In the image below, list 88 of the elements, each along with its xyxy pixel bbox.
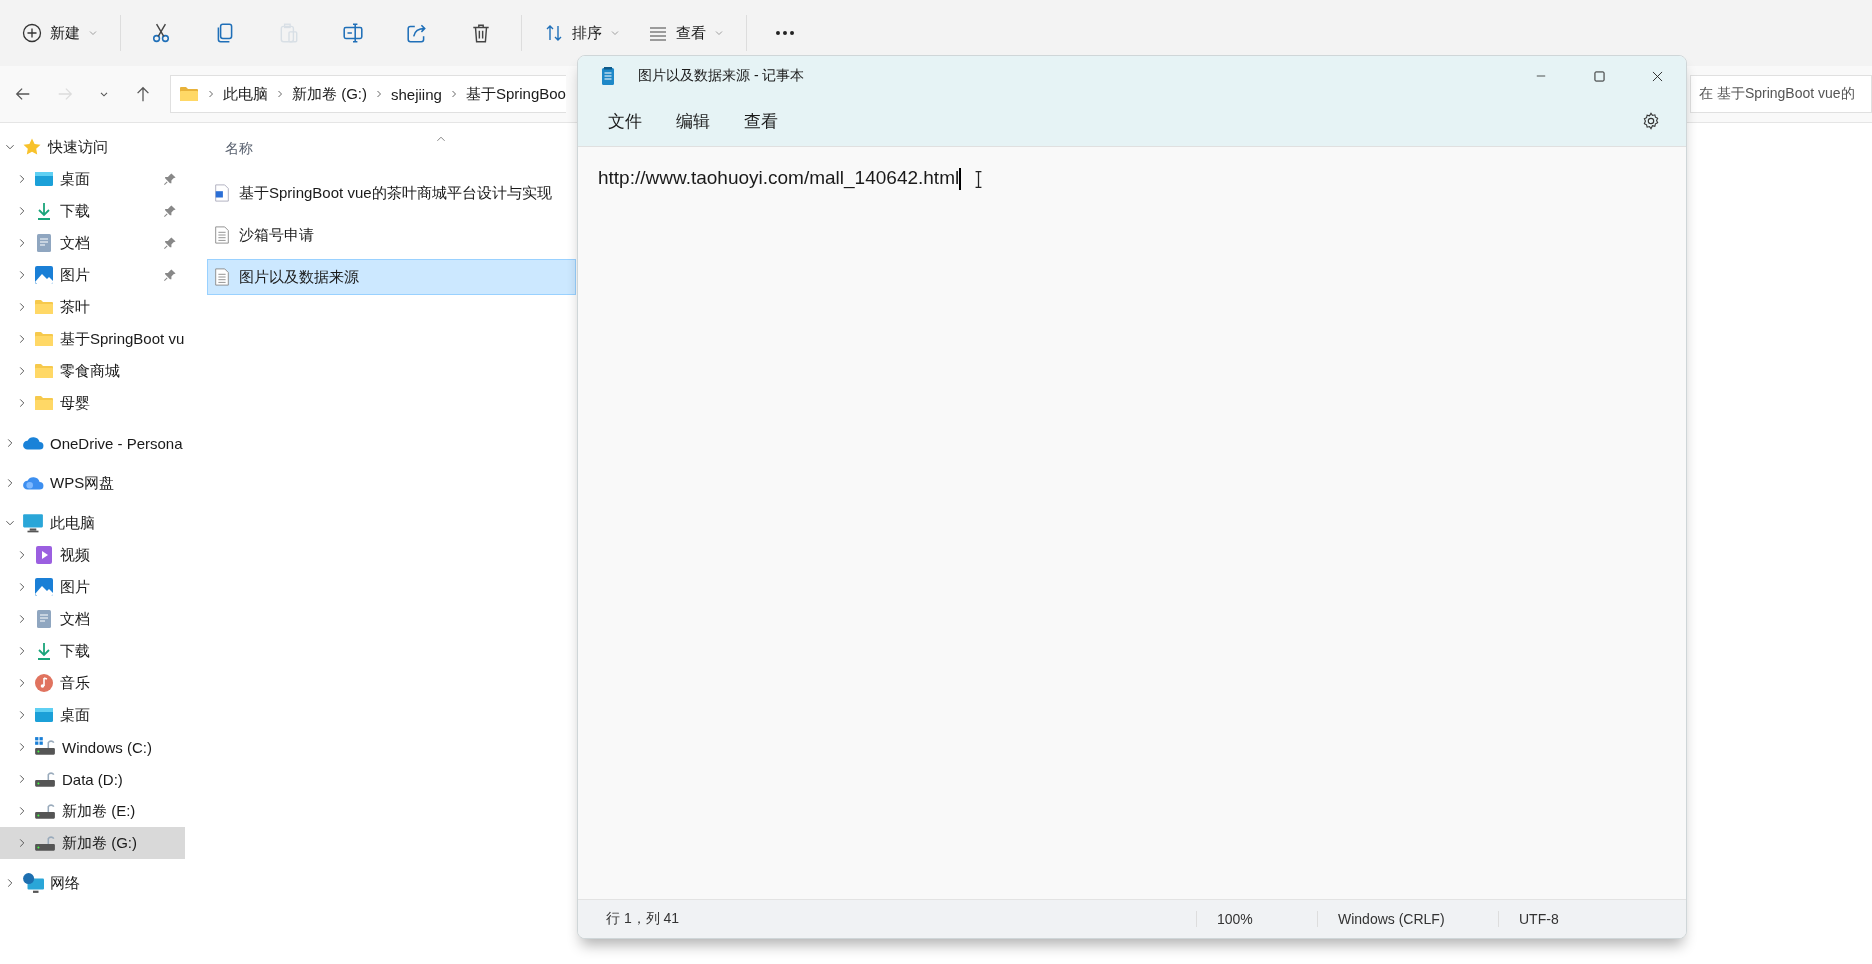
sidebar-item[interactable]: 快速访问 (0, 131, 185, 163)
desktop-icon (34, 169, 54, 189)
word-file-icon (213, 184, 231, 202)
sidebar-item[interactable]: OneDrive - Persona (0, 427, 185, 459)
sidebar-item[interactable]: 音乐 (0, 667, 185, 699)
menu-item[interactable]: 查看 (730, 103, 792, 139)
menu-item[interactable]: 编辑 (662, 103, 724, 139)
monitor-icon (22, 512, 44, 534)
breadcrumb[interactable]: 此电脑 (223, 84, 268, 104)
chevron-right-icon (275, 89, 285, 99)
file-item[interactable]: 基于SpringBoot vue的茶叶商城平台设计与实现 (207, 175, 576, 211)
star-icon (22, 137, 42, 157)
sidebar-item[interactable]: Data (D:) (0, 763, 185, 795)
sidebar-item[interactable]: WPS网盘 (0, 467, 185, 499)
video-icon (34, 545, 54, 565)
folder-icon (34, 297, 54, 317)
status-text: 行 1，列 41 (605, 910, 681, 928)
folder-icon (179, 84, 199, 104)
document-icon (34, 233, 54, 253)
forward-arrow-icon (56, 85, 74, 103)
text-caret (959, 168, 961, 190)
text-file-icon (213, 226, 231, 244)
share-icon (406, 22, 428, 44)
sort-button[interactable]: 排序 (532, 13, 632, 53)
chevron-right-icon (374, 89, 384, 99)
pictures-icon (34, 577, 54, 597)
up-arrow-icon (134, 85, 152, 103)
text-cursor-icon (974, 171, 982, 188)
menu-item[interactable]: 文件 (594, 103, 656, 139)
sidebar-item[interactable]: 文档 (0, 603, 185, 635)
sidebar-item[interactable]: 茶叶 (0, 291, 185, 323)
sidebar-item[interactable]: Windows (C:) (0, 731, 185, 763)
sidebar-item[interactable]: 下载 (0, 635, 185, 667)
text-area[interactable]: http://www.taohuoyi.com/mall_140642.html (578, 147, 1686, 899)
sidebar-item[interactable]: 新加卷 (G:) (0, 827, 185, 859)
chevron-down-icon (88, 28, 98, 38)
settings-icon (1642, 112, 1660, 130)
sort-icon (544, 23, 564, 43)
close-icon (1650, 69, 1664, 83)
text-file-icon (213, 268, 231, 286)
rename-icon (342, 22, 364, 44)
sidebar-item[interactable]: 文档 (0, 227, 185, 259)
pictures-icon (34, 265, 54, 285)
address-bar[interactable]: 此电脑 新加卷 (G:) shejiing 基于SpringBoo (170, 75, 566, 113)
sidebar-item[interactable]: 下载 (0, 195, 185, 227)
window-title: 图片以及数据来源 - 记事本 (638, 67, 806, 85)
sidebar-item[interactable]: 基于SpringBoot vu (0, 323, 185, 355)
paste-icon (278, 22, 300, 44)
breadcrumb[interactable]: 基于SpringBoo (465, 84, 566, 104)
sidebar-item[interactable]: 零食商城 (0, 355, 185, 387)
sidebar-item[interactable]: 网络 (0, 867, 185, 899)
sidebar-item[interactable]: 新加卷 (E:) (0, 795, 185, 827)
status-text: UTF-8 (1498, 911, 1579, 927)
file-item[interactable]: 图片以及数据来源 (207, 259, 576, 295)
chevron-down-icon (714, 28, 724, 38)
folder-icon (34, 393, 54, 413)
search-field[interactable]: 在 基于SpringBoot vue的 (1690, 75, 1872, 113)
cut-icon (150, 22, 172, 44)
back-arrow-icon (14, 85, 32, 103)
desktop-icon (34, 705, 54, 725)
document-icon (34, 609, 54, 629)
sidebar-item[interactable]: 图片 (0, 571, 185, 603)
sidebar-item[interactable]: 桌面 (0, 163, 185, 195)
sidebar-item[interactable]: 桌面 (0, 699, 185, 731)
maximize-icon (1592, 69, 1606, 83)
column-header[interactable]: 名称 (225, 140, 253, 158)
more-icon (776, 31, 794, 35)
trash-icon (470, 22, 492, 44)
chevron-right-icon (206, 89, 216, 99)
sidebar-item[interactable]: 图片 (0, 259, 185, 291)
network-icon (22, 872, 44, 894)
drive-icon (34, 736, 56, 758)
breadcrumb[interactable]: shejiing (391, 85, 442, 103)
folder-icon (34, 361, 54, 381)
music-icon (34, 673, 54, 693)
view-button[interactable]: 查看 (636, 13, 736, 53)
file-item[interactable]: 沙箱号申请 (207, 217, 576, 253)
document-text: http://www.taohuoyi.com/mall_140642.html (598, 167, 960, 189)
sidebar-item[interactable]: 视频 (0, 539, 185, 571)
new-button[interactable]: 新建 (10, 13, 110, 53)
status-text: 100% (1196, 911, 1317, 927)
sidebar-item[interactable]: 母婴 (0, 387, 185, 419)
sidebar-item[interactable]: 此电脑 (0, 507, 185, 539)
chevron-down-icon (610, 28, 620, 38)
breadcrumb[interactable]: 新加卷 (G:) (292, 84, 367, 104)
status-text: Windows (CRLF) (1317, 911, 1498, 927)
folder-icon (34, 329, 54, 349)
add-icon (22, 23, 42, 43)
